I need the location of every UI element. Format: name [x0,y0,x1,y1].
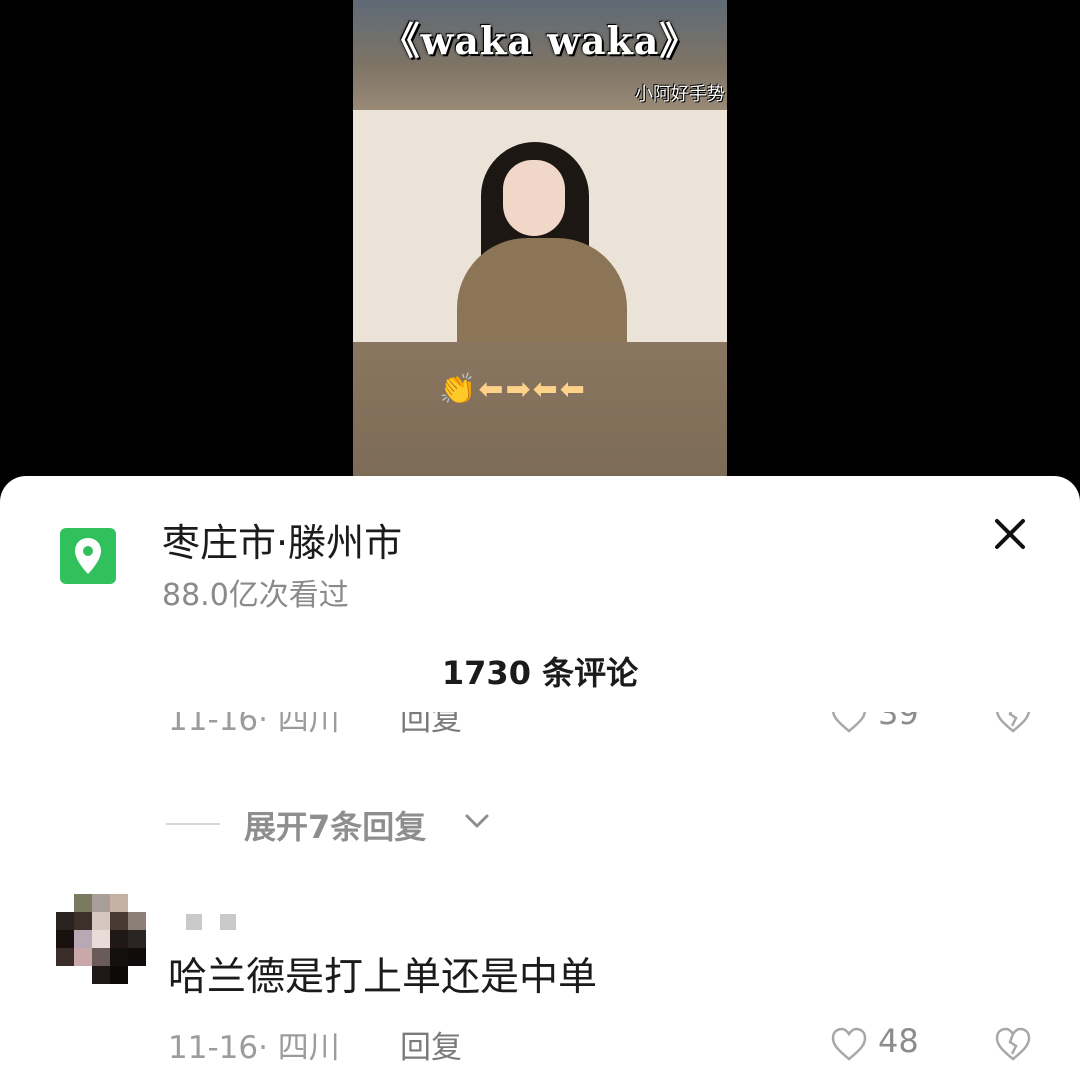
like-count: 39 [878,712,919,732]
broken-heart-icon[interactable] [994,1026,1032,1062]
expand-replies-label: 展开7条回复 [244,808,427,846]
comment-date-location: 11-16· 四川 [168,1030,340,1066]
video-bottom-frame: 👏⬅➡⬅⬅ [353,342,727,480]
video-emoji-caption: 👏⬅➡⬅⬅ [439,372,587,407]
location-views-count: 88.0亿次看过 [162,578,349,613]
comment-date-location: 11-16· 四川 [168,712,340,738]
chevron-down-icon [465,814,489,828]
avatar[interactable] [56,894,148,986]
broken-heart-icon[interactable] [994,712,1032,734]
reply-button[interactable]: 回复 [400,712,462,739]
comments-count-title: 1730 条评论 [441,654,639,692]
location-title[interactable]: 枣庄市·滕州市 [162,512,402,567]
video-subtitle-caption: 小阿好手势 [635,84,725,105]
video-player[interactable]: 《waka waka》 小阿好手势 👏⬅➡⬅⬅ [353,0,727,480]
person-body [457,238,627,348]
video-main-frame [353,110,727,348]
heart-icon[interactable] [830,1026,868,1062]
person-face [503,160,565,236]
clipped-comment-meta: 11-16· 四川 回复 39 [0,712,1080,742]
close-icon[interactable] [990,514,1030,554]
comments-sheet: 枣庄市·滕州市 88.0亿次看过 1730 条评论 11-16· 四川 回复 3… [0,476,1080,1088]
video-top-frame: 《waka waka》 小阿好手势 [353,0,727,110]
reply-button[interactable]: 回复 [400,1022,462,1067]
comment-text: 哈兰德是打上单还是中单 [168,955,598,1000]
video-title-caption: 《waka waka》 [381,18,699,63]
heart-icon[interactable] [830,712,868,734]
like-count: 48 [878,1022,919,1060]
expand-divider [166,823,220,825]
location-pin-icon[interactable] [60,528,116,584]
username-masked[interactable] [186,914,254,934]
